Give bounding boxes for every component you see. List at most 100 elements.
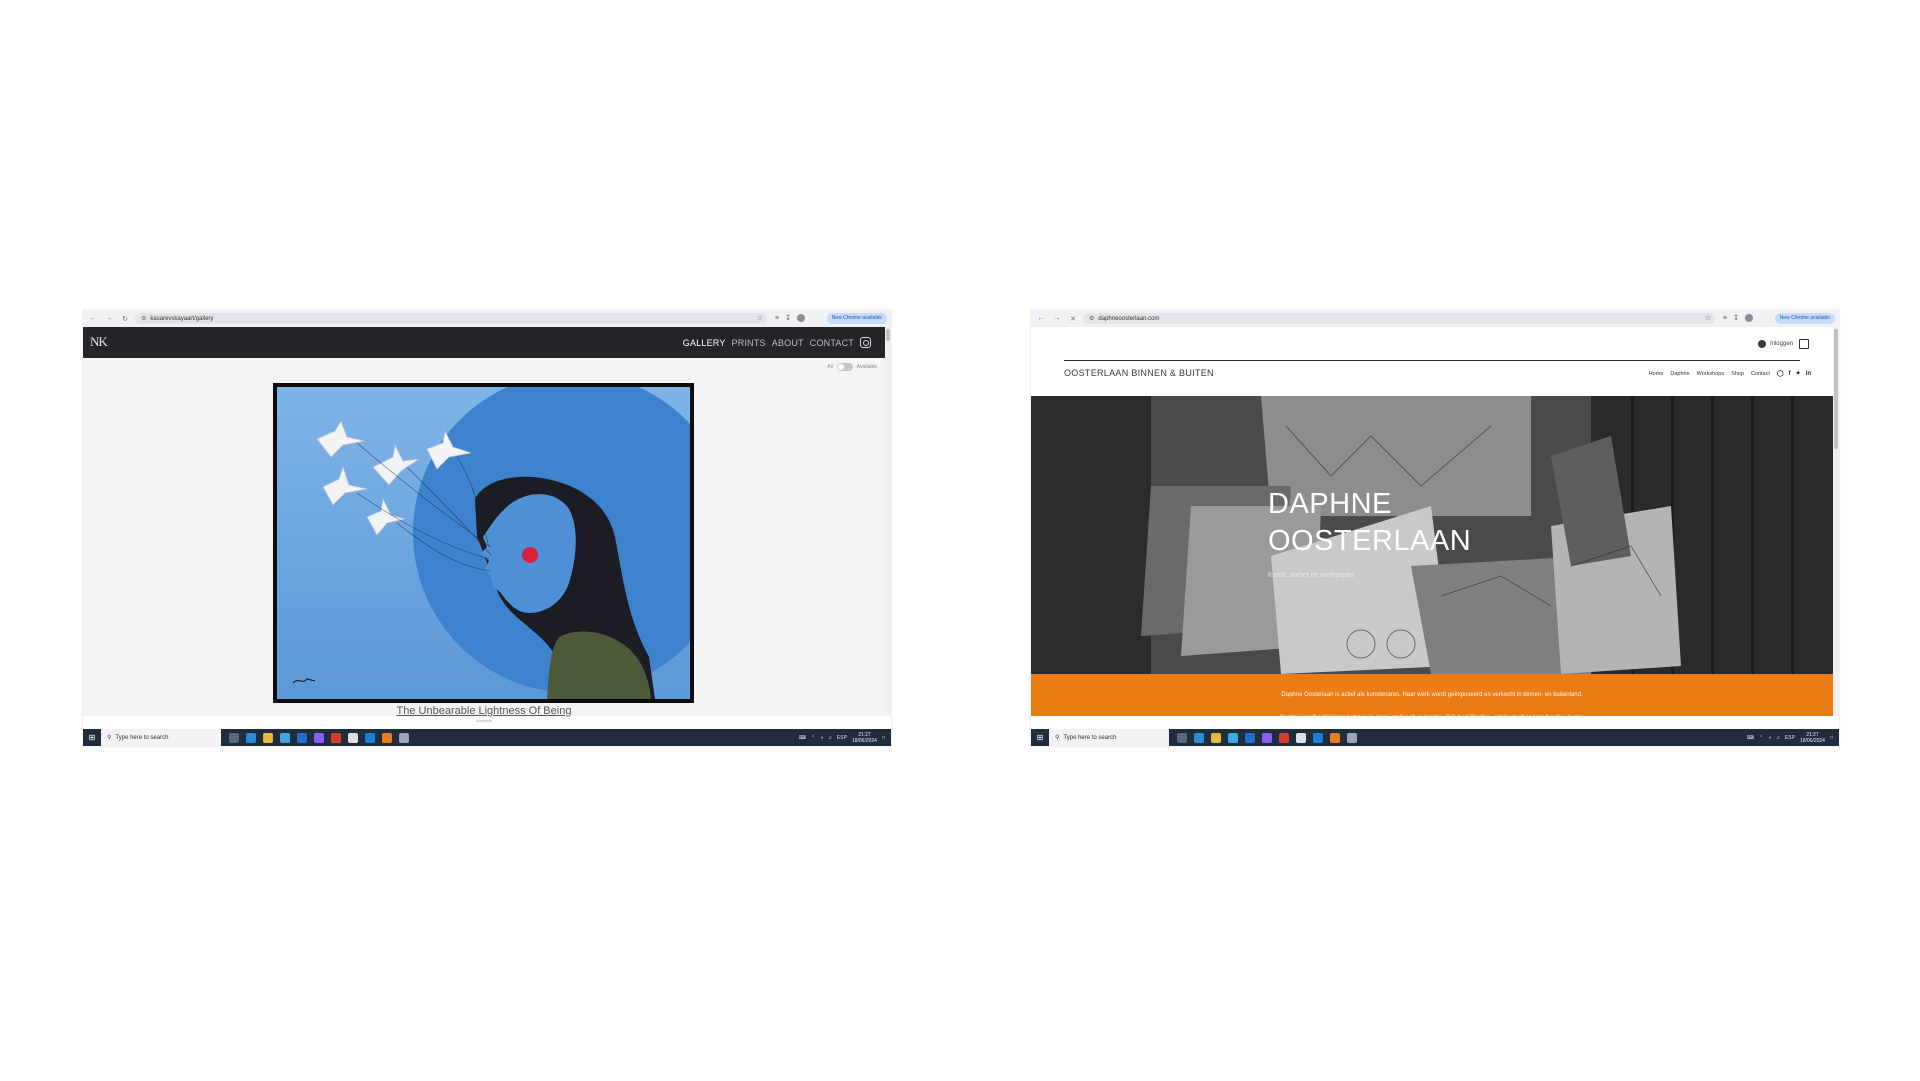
- page-scrollbar[interactable]: [1833, 327, 1839, 716]
- bookmark-star-icon[interactable]: ☆: [1705, 314, 1711, 322]
- tray-chevron-icon[interactable]: ⌃: [811, 735, 815, 741]
- file-explorer-icon[interactable]: [263, 732, 273, 743]
- teams-icon[interactable]: [1262, 732, 1272, 743]
- taskbar-search[interactable]: ⚲ Type here to search: [101, 729, 221, 746]
- translate-icon[interactable]: ≡: [1723, 313, 1727, 324]
- page-scrollbar[interactable]: [885, 327, 891, 716]
- taskbar-search-placeholder: Type here to search: [1063, 734, 1117, 741]
- availability-filter: All Available: [827, 363, 877, 371]
- store-icon[interactable]: [1228, 732, 1238, 743]
- windows-start-icon[interactable]: ⊞: [83, 729, 101, 746]
- twitter-icon[interactable]: ✦: [1796, 370, 1801, 377]
- volume-icon[interactable]: ♫: [828, 735, 832, 741]
- nav-home[interactable]: Home: [1649, 371, 1664, 377]
- scrollbar-thumb[interactable]: [1834, 329, 1838, 449]
- app-icon[interactable]: [399, 732, 409, 743]
- keyboard-icon[interactable]: ⌨: [1747, 735, 1754, 741]
- app-icon[interactable]: [1279, 732, 1289, 743]
- mail-icon[interactable]: [1245, 732, 1255, 743]
- nav-shop[interactable]: Shop: [1731, 371, 1744, 377]
- edge-icon[interactable]: [246, 732, 256, 743]
- nav-daphne[interactable]: Daphne: [1670, 371, 1689, 377]
- taskbar-search-placeholder: Type here to search: [115, 734, 169, 741]
- download-icon[interactable]: ↧: [1733, 313, 1739, 324]
- site-nav: Home Daphne Workshops Shop Contact ◯ f ✦…: [1649, 370, 1811, 378]
- clock[interactable]: 21:27 18/06/2024: [1800, 732, 1825, 744]
- intro-section: Daphne Oosterlaan is actief als kunstena…: [1031, 674, 1833, 721]
- edge-icon[interactable]: [1194, 732, 1204, 743]
- login-button[interactable]: Inloggen: [1757, 340, 1793, 348]
- network-icon[interactable]: ◑: [820, 735, 823, 741]
- site-brand[interactable]: OOSTERLAAN BINNEN & BUITEN: [1064, 368, 1214, 378]
- instagram-icon[interactable]: [860, 337, 871, 348]
- forward-icon[interactable]: →: [101, 310, 117, 327]
- linkedin-icon[interactable]: in: [1806, 371, 1811, 377]
- profile-avatar[interactable]: [1744, 314, 1753, 322]
- chrome-icon[interactable]: [1296, 732, 1306, 743]
- site-info-icon[interactable]: ⚙: [1089, 315, 1094, 322]
- new-chrome-button[interactable]: New Chrome available: [826, 313, 887, 324]
- forward-icon[interactable]: →: [1049, 310, 1065, 327]
- language-indicator[interactable]: ESP: [1785, 735, 1795, 741]
- facebook-icon[interactable]: f: [1789, 371, 1791, 377]
- clock[interactable]: 21:27 18/06/2024: [852, 732, 877, 744]
- nav-gallery[interactable]: GALLERY: [683, 338, 726, 348]
- taskbar-apps: [1177, 732, 1357, 743]
- task-view-icon[interactable]: [229, 732, 239, 743]
- store-icon[interactable]: [280, 732, 290, 743]
- file-explorer-icon[interactable]: [1211, 732, 1221, 743]
- notifications-icon[interactable]: □: [1830, 735, 1833, 741]
- mail-icon[interactable]: [297, 732, 307, 743]
- translate-icon[interactable]: ≡: [775, 313, 779, 324]
- back-icon[interactable]: ←: [1033, 310, 1049, 327]
- hero-banner: DAPHNE OOSTERLAAN Kunst, atelier en werk…: [1031, 396, 1833, 674]
- task-view-icon[interactable]: [1177, 732, 1187, 743]
- app-icon[interactable]: [331, 732, 341, 743]
- vscode-icon[interactable]: [1313, 732, 1323, 743]
- nav-about[interactable]: ABOUT: [772, 338, 804, 348]
- xampp-icon[interactable]: [1330, 732, 1340, 743]
- availability-toggle[interactable]: [836, 363, 853, 371]
- nav-prints[interactable]: PRINTS: [732, 338, 766, 348]
- windows-start-icon[interactable]: ⊞: [1031, 729, 1049, 746]
- nav-contact[interactable]: CONTACT: [810, 338, 854, 348]
- artwork-title-link[interactable]: The Unbearable Lightness Of Being: [83, 705, 885, 717]
- profile-avatar[interactable]: [796, 314, 805, 322]
- app-icon[interactable]: [1347, 732, 1357, 743]
- teams-icon[interactable]: [314, 732, 324, 743]
- bookmark-star-icon[interactable]: ☆: [757, 314, 763, 322]
- xampp-icon[interactable]: [382, 732, 392, 743]
- nav-workshops[interactable]: Workshops: [1697, 371, 1724, 377]
- stop-icon[interactable]: ✕: [1065, 310, 1081, 327]
- windows-taskbar: ⊞ ⚲ Type here to search ⌨ ⌃ ◑ ♫ ESP 21:2…: [83, 729, 891, 746]
- cart-icon[interactable]: [1799, 339, 1809, 349]
- volume-icon[interactable]: ♫: [1776, 735, 1780, 741]
- url-text: daphneoosterlaan.com: [1098, 315, 1160, 322]
- address-bar[interactable]: ⚙ kasarevskayaart/gallery ☆: [135, 313, 767, 324]
- instagram-icon[interactable]: ◯: [1777, 370, 1784, 377]
- hero-title-line1: DAPHNE: [1268, 488, 1392, 520]
- site-info-icon[interactable]: ⚙: [141, 315, 146, 322]
- keyboard-icon[interactable]: ⌨: [799, 735, 806, 741]
- gallery-content: All Available The Unbearable Lightness O…: [83, 358, 885, 723]
- intro-paragraph-1: Daphne Oosterlaan is actief als kunstena…: [1281, 692, 1583, 698]
- notifications-icon[interactable]: □: [882, 735, 885, 741]
- site-logo[interactable]: NK: [90, 334, 108, 350]
- address-bar[interactable]: ⚙ daphneoosterlaan.com ☆: [1083, 313, 1715, 324]
- reload-icon[interactable]: ↻: [117, 310, 133, 327]
- chrome-icon[interactable]: [348, 732, 358, 743]
- artwork-image[interactable]: [273, 383, 694, 703]
- nav-contact[interactable]: Contact: [1751, 371, 1770, 377]
- user-icon: [1757, 340, 1766, 348]
- login-label: Inloggen: [1769, 341, 1793, 347]
- network-icon[interactable]: ◑: [1768, 735, 1771, 741]
- taskbar-search[interactable]: ⚲ Type here to search: [1049, 729, 1169, 746]
- back-icon[interactable]: ←: [85, 310, 101, 327]
- scrollbar-thumb[interactable]: [886, 329, 890, 341]
- vscode-icon[interactable]: [365, 732, 375, 743]
- language-indicator[interactable]: ESP: [837, 735, 847, 741]
- url-text: kasarevskayaart/gallery: [150, 315, 214, 322]
- tray-chevron-icon[interactable]: ⌃: [1759, 735, 1763, 741]
- download-icon[interactable]: ↧: [785, 313, 791, 324]
- new-chrome-button[interactable]: New Chrome available: [1774, 313, 1835, 324]
